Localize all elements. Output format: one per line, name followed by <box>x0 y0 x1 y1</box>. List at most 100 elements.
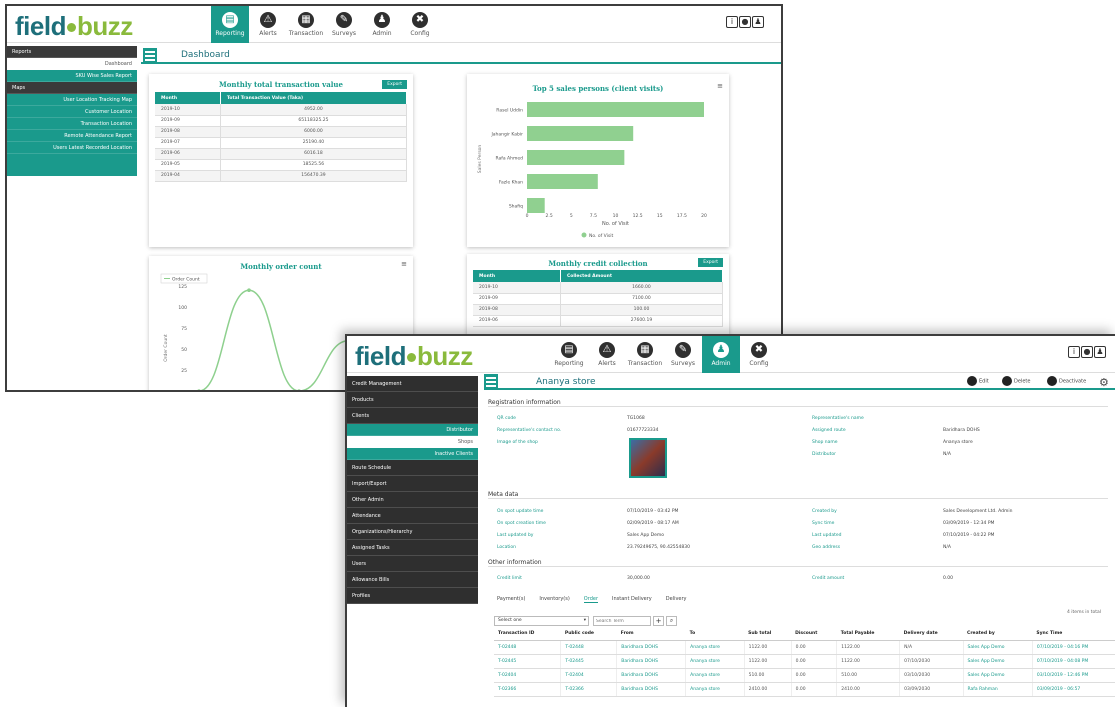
sidebar-section-reports[interactable]: Reports <box>7 46 137 58</box>
tab-order[interactable]: Order <box>583 596 599 603</box>
info-icon[interactable]: i <box>1068 346 1080 358</box>
column-header[interactable]: Sub total <box>744 628 792 641</box>
sidebar-item[interactable]: Users Latest Recorded Location <box>7 142 137 154</box>
sidebar-section-maps[interactable]: Maps <box>7 82 137 94</box>
sidebar-item[interactable]: User Location Tracking Map <box>7 94 137 106</box>
sidebar-item[interactable]: Transaction Location <box>7 118 137 130</box>
distributor-label: Distributor <box>812 452 837 457</box>
column-header[interactable]: Created by <box>963 628 1033 641</box>
hamburger-menu-icon[interactable] <box>143 48 157 62</box>
created-by-value: Sales Development Ltd. Admin <box>943 509 1013 514</box>
table-row[interactable]: T-02404 T-02404 Baridhara DOHS Ananya store… <box>494 668 1115 683</box>
sidebar-item-dashboard[interactable]: Dashboard <box>7 58 137 70</box>
deactivate-button[interactable]: Deactivate <box>1047 376 1086 386</box>
tab-inventory-s-[interactable]: Inventory(s) <box>539 596 569 602</box>
tab-delivery[interactable]: Delivery <box>666 596 687 602</box>
nav-tab-surveys[interactable]: ✎ Surveys <box>664 336 702 373</box>
table-cell: Ananya store <box>685 682 745 697</box>
y-tick-label: 25 <box>181 368 187 374</box>
table-cell: 0.00 <box>791 682 838 697</box>
nav-tab-admin[interactable]: ♟ Admin <box>702 336 740 373</box>
search-icon[interactable]: ⌕ <box>666 616 677 626</box>
survey-icon: ✎ <box>336 12 352 28</box>
rep-name-label: Representative's name <box>812 416 864 421</box>
sync-time-value: 03/09/2019 - 12:34 PM <box>943 521 995 526</box>
user-icon[interactable]: ♟ <box>752 16 764 28</box>
nav-tab-reporting[interactable]: ▤ Reporting <box>211 6 249 43</box>
chevron-down-icon: ▾ <box>583 618 586 623</box>
sidebar-item[interactable]: Customer Location <box>7 106 137 118</box>
tab-payment-s-[interactable]: Payment(s) <box>497 596 525 602</box>
sidebar-item-sku-report[interactable]: SKU Wise Sales Report <box>7 70 137 82</box>
nav-tab-config[interactable]: ✖ Config <box>740 336 778 373</box>
column-header[interactable]: Discount <box>791 628 837 641</box>
sidebar-item[interactable]: Import/Export <box>347 476 478 492</box>
table-row[interactable]: T-02445 T-02445 Baridhara DOHS Ananya store… <box>494 654 1115 669</box>
sidebar-item[interactable]: Other Admin <box>347 492 478 508</box>
shop-image-label: Image of the shop <box>497 440 538 445</box>
column-header[interactable]: To <box>685 628 745 641</box>
nav-tab-alerts[interactable]: ⚠ Alerts <box>588 336 626 373</box>
sidebar-item[interactable]: Remote Attendance Report <box>7 130 137 142</box>
column-header[interactable]: Public code <box>560 628 617 641</box>
sidebar-item-shops[interactable]: Shops <box>347 436 478 448</box>
delete-button[interactable]: Delete <box>1002 376 1030 386</box>
export-button[interactable]: Export <box>698 258 723 267</box>
shop-image[interactable] <box>629 438 667 478</box>
column-header[interactable]: Collected Amount <box>560 270 724 282</box>
sidebar-item[interactable]: Organizations/Hierarchy <box>347 524 478 540</box>
table-cell: 2019-07 <box>155 137 221 149</box>
export-button[interactable]: Export <box>382 80 407 89</box>
x-tick-label: 17.5 <box>677 213 687 219</box>
fieldbuzz-logo[interactable]: field buzz <box>355 341 473 372</box>
sidebar-item[interactable]: Users <box>347 556 478 572</box>
sidebar-item-inactive-clients[interactable]: Inactive Clients <box>347 448 478 460</box>
card-title: Monthly total transaction value <box>219 80 343 89</box>
column-header[interactable]: Total Transaction Value (Taka) <box>220 92 408 104</box>
sidebar-item-clients[interactable]: Clients <box>347 408 478 424</box>
edit-button[interactable]: Edit <box>967 376 989 386</box>
column-header[interactable]: From <box>616 628 686 641</box>
user-icon[interactable]: ♟ <box>1094 346 1106 358</box>
sidebar-item-credit-management[interactable]: Credit Management <box>347 376 478 392</box>
table-row[interactable]: T-02448 T-02448 Baridhara DOHS Ananya store… <box>494 640 1115 655</box>
nav-tab-config[interactable]: ✖ Config <box>401 6 439 43</box>
column-header[interactable]: Sync Time <box>1032 628 1115 641</box>
sidebar-item[interactable]: Attendance <box>347 508 478 524</box>
table-row[interactable]: T-02366 T-02366 Baridhara DOHS Ananya store… <box>494 682 1115 697</box>
type-select[interactable]: Select one ▾ <box>494 616 589 626</box>
nav-tab-alerts[interactable]: ⚠ Alerts <box>249 6 287 43</box>
sidebar-item-products[interactable]: Products <box>347 392 478 408</box>
notification-icon[interactable]: ● <box>739 16 751 28</box>
info-icon[interactable]: i <box>726 16 738 28</box>
nav-tab-transaction[interactable]: ▦ Transaction <box>287 6 325 43</box>
data-point <box>247 288 251 292</box>
registration-section-title: Registration information <box>488 399 1108 407</box>
sidebar-item[interactable]: Profiles <box>347 588 478 604</box>
column-header[interactable]: Transaction ID <box>494 628 561 641</box>
sidebar-item[interactable]: Route Schedule <box>347 460 478 476</box>
hamburger-menu-icon[interactable] <box>484 374 498 388</box>
nav-tab-reporting[interactable]: ▤ Reporting <box>550 336 588 373</box>
column-header[interactable]: Total Payable <box>836 628 900 641</box>
column-header[interactable]: Delivery date <box>899 628 964 641</box>
settings-icon[interactable]: ⚙ <box>1099 376 1109 389</box>
table-cell: Baridhara DOHS <box>616 654 687 669</box>
nav-tab-admin[interactable]: ♟ Admin <box>363 6 401 43</box>
column-header[interactable]: Month <box>155 92 221 104</box>
table-cell: Ananya store <box>685 668 745 683</box>
category-label: Jahangir Kabir <box>490 132 523 138</box>
nav-tab-transaction[interactable]: ▦ Transaction <box>626 336 664 373</box>
column-header[interactable]: Month <box>473 270 561 282</box>
tab-instant-delivery[interactable]: Instant Delivery <box>612 596 652 602</box>
sidebar-item-distributor[interactable]: Distributor <box>347 424 478 436</box>
notification-icon[interactable]: ● <box>1081 346 1093 358</box>
sidebar-item[interactable]: Assigned Tasks <box>347 540 478 556</box>
search-input[interactable] <box>593 616 651 626</box>
fieldbuzz-logo[interactable]: field buzz <box>15 11 133 42</box>
table-row: 2019-09 65118325.25 <box>155 115 408 127</box>
table-cell: 2019-05 <box>155 159 221 171</box>
sidebar-item[interactable]: Allowance Bills <box>347 572 478 588</box>
nav-tab-surveys[interactable]: ✎ Surveys <box>325 6 363 43</box>
add-icon[interactable]: + <box>653 616 664 626</box>
